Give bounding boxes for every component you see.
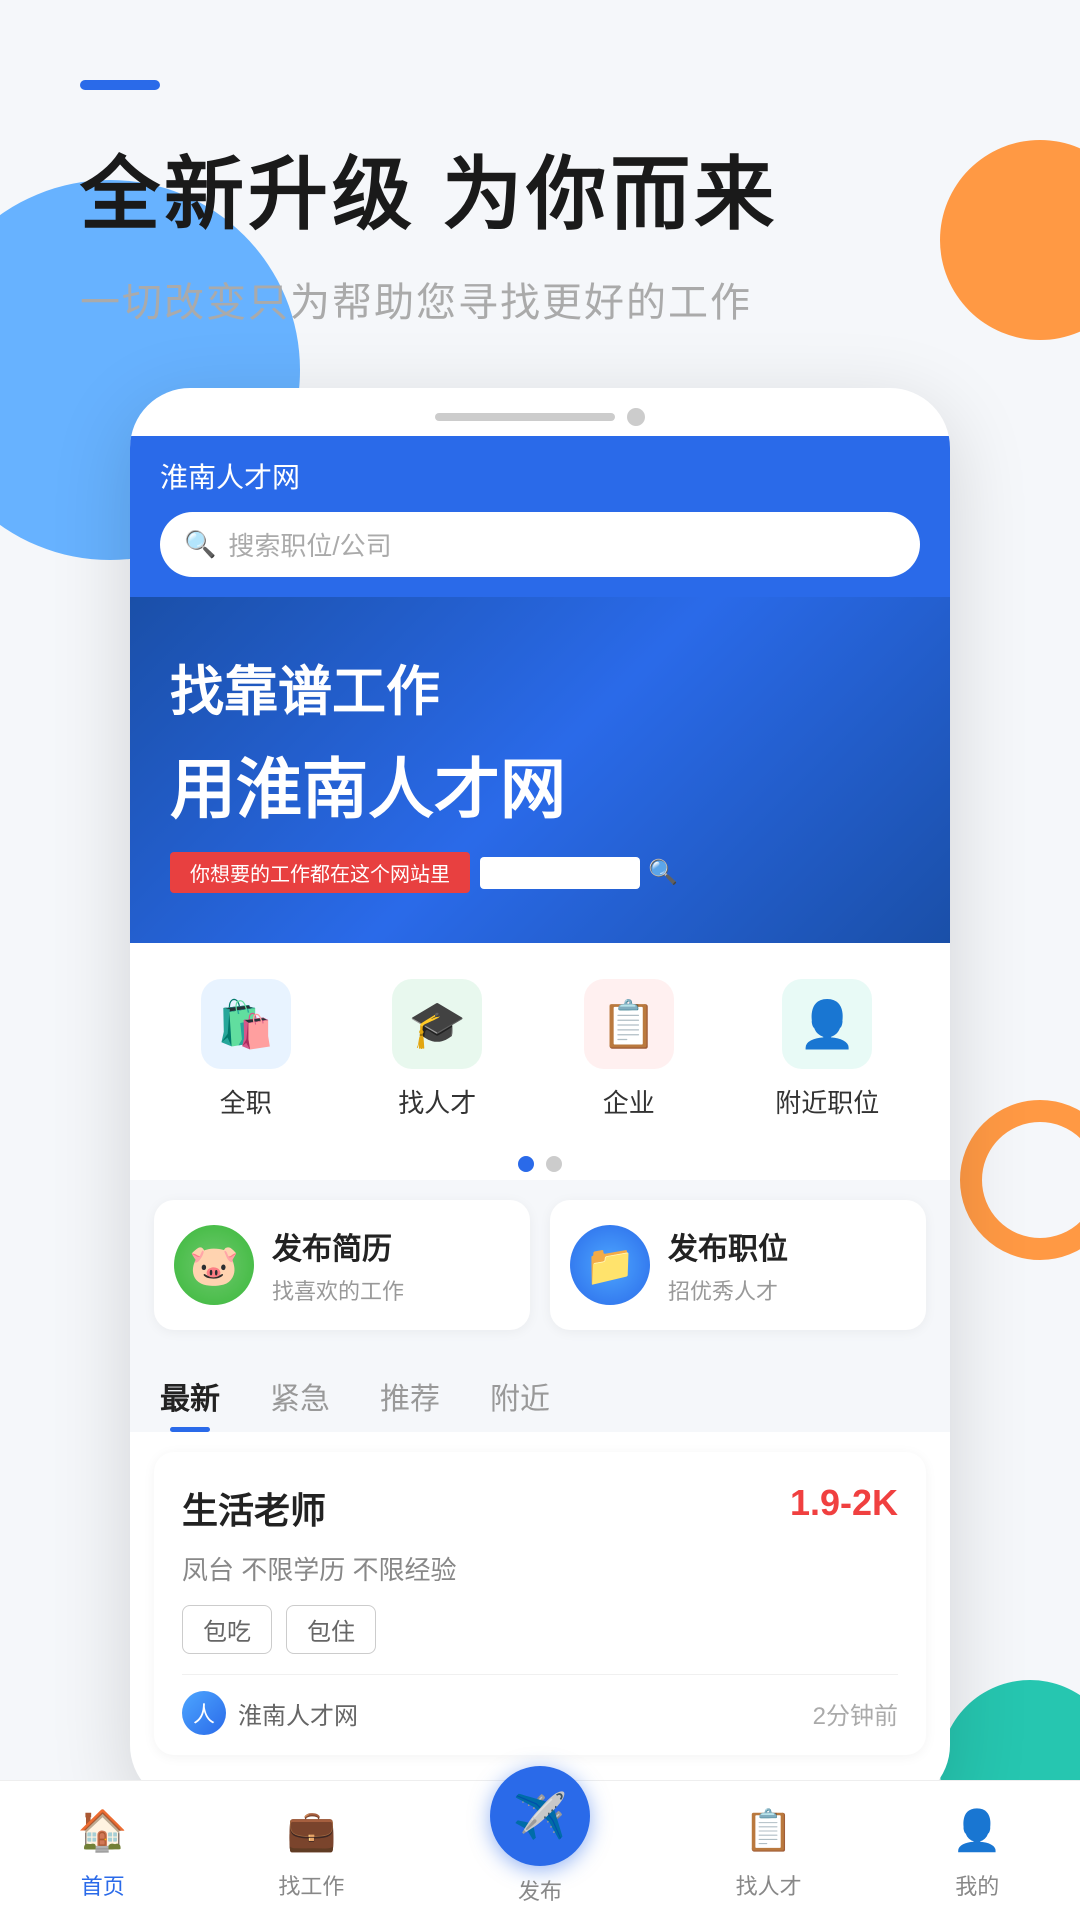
dot-1 <box>518 1156 534 1172</box>
category-item-fujin[interactable]: 👤 附近职位 <box>775 979 879 1120</box>
category-label-fujin: 附近职位 <box>775 1083 879 1120</box>
findtalent-icon: 📋 <box>739 1801 799 1861</box>
action-sub-job: 招优秀人才 <box>668 1274 788 1306</box>
action-icon-resume: 🐷 <box>174 1225 254 1305</box>
tab-zuixin[interactable]: 最新 <box>160 1374 220 1432</box>
job-info: 凤台 不限学历 不限经验 <box>182 1550 898 1587</box>
nav-label-findwork: 找工作 <box>278 1869 344 1901</box>
phone-notch-bar <box>130 388 950 436</box>
job-tag-baozhu: 包住 <box>286 1605 376 1654</box>
phone-camera <box>627 408 645 426</box>
categories: 🛍️ 全职 🎓 找人才 📋 企业 👤 附近职位 <box>130 943 950 1140</box>
company-info: 人 淮南人才网 <box>182 1691 358 1735</box>
phone-mockup: 淮南人才网 🔍 搜索职位/公司 找靠谱工作 用淮南人才网 你想要的工作都在这个网… <box>130 388 950 1805</box>
action-title-job: 发布职位 <box>668 1224 788 1268</box>
category-label-quanzhi: 全职 <box>220 1083 272 1120</box>
banner-text1: 找靠谱工作 <box>170 647 910 726</box>
category-icon-quanzhi: 🛍️ <box>201 979 291 1069</box>
tabs-row: 最新 紧急 推荐 附近 <box>130 1350 950 1432</box>
main-title: 全新升级 为你而来 <box>80 130 1000 246</box>
job-title: 生活老师 <box>182 1482 326 1534</box>
mine-icon: 👤 <box>947 1801 1007 1861</box>
phone-notch <box>435 413 615 421</box>
job-tags: 包吃 包住 <box>182 1605 898 1654</box>
nav-item-mine[interactable]: 👤 我的 <box>947 1801 1007 1901</box>
phone-mockup-wrapper: 淮南人才网 🔍 搜索职位/公司 找靠谱工作 用淮南人才网 你想要的工作都在这个网… <box>130 388 950 1805</box>
nav-label-mine: 我的 <box>955 1869 999 1901</box>
action-cards: 🐷 发布简历 找喜欢的工作 📁 发布职位 招优秀人才 <box>130 1180 950 1350</box>
publish-icon: ✈️ <box>490 1766 590 1866</box>
tab-fujin[interactable]: 附近 <box>490 1374 550 1432</box>
action-card-resume[interactable]: 🐷 发布简历 找喜欢的工作 <box>154 1200 530 1330</box>
dash-line <box>80 80 160 90</box>
home-icon: 🏠 <box>73 1801 133 1861</box>
company-logo: 人 <box>182 1691 226 1735</box>
category-label-zhaorencai: 找人才 <box>398 1083 476 1120</box>
nav-label-publish: 发布 <box>518 1874 562 1906</box>
action-title-resume: 发布简历 <box>272 1224 404 1268</box>
banner-search-icon: 🔍 <box>648 858 678 887</box>
sub-title: 一切改变只为帮助您寻找更好的工作 <box>80 270 1000 328</box>
nav-item-publish[interactable]: ✈️ 发布 <box>490 1796 590 1906</box>
job-card[interactable]: 生活老师 1.9-2K 凤台 不限学历 不限经验 包吃 包住 人 淮南人才网 2… <box>154 1452 926 1755</box>
banner-text2: 用淮南人才网 <box>170 736 910 832</box>
tab-jinji[interactable]: 紧急 <box>270 1374 330 1432</box>
app-header-title: 淮南人才网 <box>160 456 920 496</box>
dot-2 <box>546 1156 562 1172</box>
action-sub-resume: 找喜欢的工作 <box>272 1274 404 1306</box>
bg-circle-orange-mid <box>960 1100 1080 1260</box>
action-card-job[interactable]: 📁 发布职位 招优秀人才 <box>550 1200 926 1330</box>
category-icon-zhaorencai: 🎓 <box>392 979 482 1069</box>
job-card-footer: 人 淮南人才网 2分钟前 <box>182 1674 898 1735</box>
nav-label-home: 首页 <box>81 1869 125 1901</box>
bottom-nav: 🏠 首页 💼 找工作 ✈️ 发布 📋 找人才 👤 我的 <box>0 1780 1080 1920</box>
nav-item-findtalent[interactable]: 📋 找人才 <box>736 1801 802 1901</box>
job-card-top: 生活老师 1.9-2K <box>182 1482 898 1534</box>
search-placeholder: 搜索职位/公司 <box>228 526 391 563</box>
top-area: 全新升级 为你而来 一切改变只为帮助您寻找更好的工作 <box>0 0 1080 328</box>
post-time: 2分钟前 <box>813 1696 898 1731</box>
nav-label-findtalent: 找人才 <box>736 1869 802 1901</box>
banner-sub-text: 你想要的工作都在这个网站里 <box>170 852 470 893</box>
category-item-quanzhi[interactable]: 🛍️ 全职 <box>201 979 291 1120</box>
search-icon: 🔍 <box>184 529 216 560</box>
category-icon-fujin: 👤 <box>782 979 872 1069</box>
findwork-icon: 💼 <box>281 1801 341 1861</box>
banner-search-input[interactable] <box>480 857 640 889</box>
nav-item-findwork[interactable]: 💼 找工作 <box>278 1801 344 1901</box>
category-icon-qiye: 📋 <box>584 979 674 1069</box>
app-header: 淮南人才网 🔍 搜索职位/公司 <box>130 436 950 597</box>
category-label-qiye: 企业 <box>603 1083 655 1120</box>
category-item-zhaorencai[interactable]: 🎓 找人才 <box>392 979 482 1120</box>
dots-row <box>130 1140 950 1180</box>
search-bar[interactable]: 🔍 搜索职位/公司 <box>160 512 920 577</box>
nav-item-home[interactable]: 🏠 首页 <box>73 1801 133 1901</box>
job-tag-baochi: 包吃 <box>182 1605 272 1654</box>
category-item-qiye[interactable]: 📋 企业 <box>584 979 674 1120</box>
company-name: 淮南人才网 <box>238 1696 358 1731</box>
action-icon-job: 📁 <box>570 1225 650 1305</box>
tab-tuijian[interactable]: 推荐 <box>380 1374 440 1432</box>
banner: 找靠谱工作 用淮南人才网 你想要的工作都在这个网站里 🔍 <box>130 597 950 943</box>
job-salary: 1.9-2K <box>790 1482 898 1524</box>
